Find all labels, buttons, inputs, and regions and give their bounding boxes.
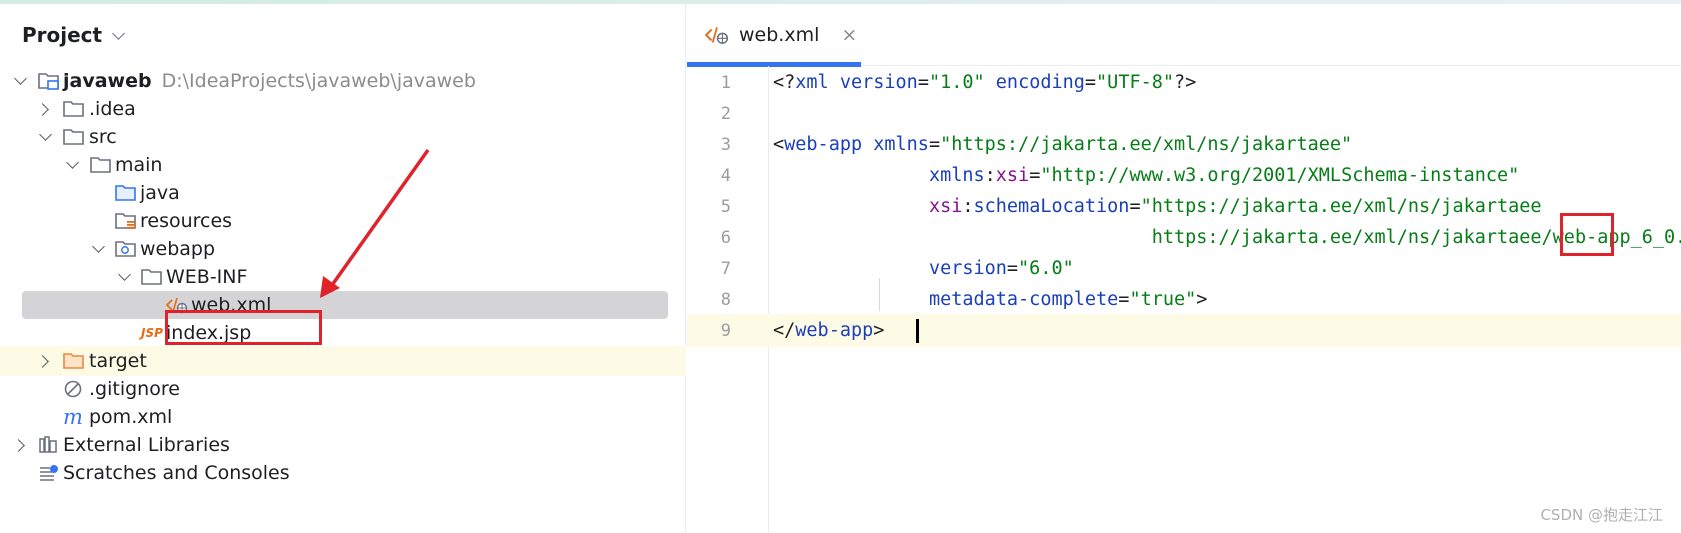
chevron-down-icon[interactable] bbox=[112, 26, 125, 40]
line-number: 1 bbox=[720, 72, 731, 93]
jsp-file-icon: JSP bbox=[141, 326, 163, 340]
tree-item-label: src bbox=[89, 126, 117, 148]
code-text: xmlns:xsi="http://www.w3.org/2001/XMLSch… bbox=[928, 165, 1520, 186]
folder-icon bbox=[63, 101, 84, 117]
annotation-highlight-box bbox=[1560, 213, 1614, 256]
tree-item-label: Scratches and Consoles bbox=[63, 462, 290, 484]
maven-file-icon: m bbox=[63, 405, 83, 429]
ignored-file-icon bbox=[64, 380, 82, 398]
tree-item-target[interactable]: target bbox=[0, 346, 686, 376]
tree-item-src[interactable]: src bbox=[0, 122, 686, 152]
line-number: 6 bbox=[720, 227, 731, 248]
tree-item-index-jsp[interactable]: JSP index.jsp bbox=[0, 318, 686, 348]
project-panel-title[interactable]: Project bbox=[22, 23, 102, 47]
project-tool-window: Project javaweb D:\IdeaProjects\javaweb\j… bbox=[0, 4, 686, 533]
folder-icon bbox=[90, 157, 111, 173]
expand-arrow-icon[interactable] bbox=[12, 438, 25, 452]
expand-arrow-icon[interactable] bbox=[36, 102, 49, 116]
selection-highlight bbox=[22, 291, 668, 319]
folder-icon bbox=[141, 269, 162, 285]
tree-item-idea[interactable]: .idea bbox=[0, 94, 686, 124]
tree-item-label: pom.xml bbox=[89, 406, 173, 428]
expand-arrow-icon[interactable] bbox=[66, 156, 79, 169]
resources-folder-icon bbox=[115, 213, 136, 229]
line-number: 8 bbox=[720, 289, 731, 310]
code-text: <web-app xmlns="https://jakarta.ee/xml/n… bbox=[773, 134, 1353, 155]
code-line[interactable]: 5 xsi:schemaLocation="https://jakarta.ee… bbox=[687, 190, 1681, 223]
tree-item-java[interactable]: java bbox=[0, 178, 686, 208]
expand-arrow-icon[interactable] bbox=[92, 240, 105, 253]
code-line[interactable]: 8 metadata-complete="true"> bbox=[687, 283, 1681, 316]
project-panel-header[interactable]: Project bbox=[0, 4, 686, 66]
code-text: metadata-complete="true"> bbox=[928, 289, 1208, 310]
expand-arrow-icon[interactable] bbox=[118, 268, 131, 281]
xml-web-file-icon bbox=[705, 27, 729, 44]
tree-item-gitignore[interactable]: .gitignore bbox=[0, 374, 686, 404]
line-number: 7 bbox=[720, 258, 731, 279]
folder-icon bbox=[63, 129, 84, 145]
code-text: version="6.0" bbox=[928, 258, 1074, 279]
tree-item-pom-xml[interactable]: m pom.xml bbox=[0, 402, 686, 432]
line-number: 5 bbox=[720, 196, 731, 217]
tree-item-label: .gitignore bbox=[89, 378, 180, 400]
source-folder-icon bbox=[115, 185, 136, 201]
libraries-icon bbox=[39, 436, 57, 453]
expand-arrow-icon[interactable] bbox=[39, 128, 52, 141]
code-line[interactable]: 1 <?xml version="1.0" encoding="UTF-8"?> bbox=[687, 66, 1681, 99]
code-line[interactable]: 3 <web-app xmlns="https://jakarta.ee/xml/… bbox=[687, 128, 1681, 161]
tree-item-label: External Libraries bbox=[63, 434, 230, 456]
code-line[interactable]: 6 https://jakarta.ee/xml/ns/jakartaee/we… bbox=[687, 221, 1681, 254]
watermark: CSDN @抱走江江 bbox=[1540, 506, 1663, 524]
excluded-folder-icon bbox=[63, 353, 84, 369]
tree-item-label: target bbox=[89, 350, 147, 372]
tree-item-label: .idea bbox=[89, 98, 136, 120]
tree-item-label: webapp bbox=[140, 238, 216, 260]
code-text: xsi:schemaLocation="https://jakarta.ee/x… bbox=[928, 196, 1542, 217]
code-line[interactable]: 9 </web-app> bbox=[687, 314, 1681, 347]
line-number: 9 bbox=[720, 320, 731, 341]
editor-area: web.xml × 1 <?xml version="1.0" encoding=… bbox=[687, 4, 1681, 533]
code-line[interactable]: 2 bbox=[687, 97, 1681, 130]
text-caret bbox=[916, 319, 919, 343]
tree-item-external-libraries[interactable]: External Libraries bbox=[0, 430, 686, 460]
tree-item-label: javaweb D:\IdeaProjects\javaweb\javaweb bbox=[63, 70, 476, 92]
tree-item-main[interactable]: main bbox=[0, 150, 686, 180]
tree-item-scratches[interactable]: Scratches and Consoles bbox=[0, 458, 686, 488]
annotation-highlight-box bbox=[165, 310, 322, 345]
tree-item-web-xml[interactable]: web.xml bbox=[0, 290, 686, 320]
tree-item-label: main bbox=[115, 154, 163, 176]
code-text: </web-app> bbox=[773, 320, 885, 341]
expand-arrow-icon[interactable] bbox=[14, 72, 27, 85]
tree-item-web-inf[interactable]: WEB-INF bbox=[0, 262, 686, 292]
web-folder-icon bbox=[115, 241, 136, 257]
module-folder-icon bbox=[38, 73, 59, 90]
tree-item-resources[interactable]: resources bbox=[0, 206, 686, 236]
close-icon[interactable]: × bbox=[841, 24, 857, 46]
editor-tab-bar: web.xml × bbox=[687, 4, 1681, 67]
code-line[interactable]: 7 version="6.0" bbox=[687, 252, 1681, 285]
scratches-icon bbox=[40, 465, 58, 481]
code-text: https://jakarta.ee/xml/ns/jakartaee/web-… bbox=[1151, 227, 1681, 248]
code-text: <?xml version="1.0" encoding="UTF-8"?> bbox=[773, 72, 1197, 93]
tab-label: web.xml bbox=[739, 24, 820, 46]
line-number: 4 bbox=[720, 165, 731, 186]
expand-arrow-icon[interactable] bbox=[36, 354, 49, 368]
code-line[interactable]: 4 xmlns:xsi="http://www.w3.org/2001/XMLS… bbox=[687, 159, 1681, 192]
line-number: 2 bbox=[720, 103, 731, 124]
tree-item-label: java bbox=[140, 182, 180, 204]
tab-web-xml[interactable]: web.xml × bbox=[687, 4, 861, 67]
tree-item-webapp[interactable]: webapp bbox=[0, 234, 686, 264]
tree-item-javaweb[interactable]: javaweb D:\IdeaProjects\javaweb\javaweb bbox=[0, 66, 686, 96]
tree-item-label: WEB-INF bbox=[166, 266, 248, 288]
tree-item-label: resources bbox=[140, 210, 233, 232]
line-number: 3 bbox=[720, 134, 731, 155]
